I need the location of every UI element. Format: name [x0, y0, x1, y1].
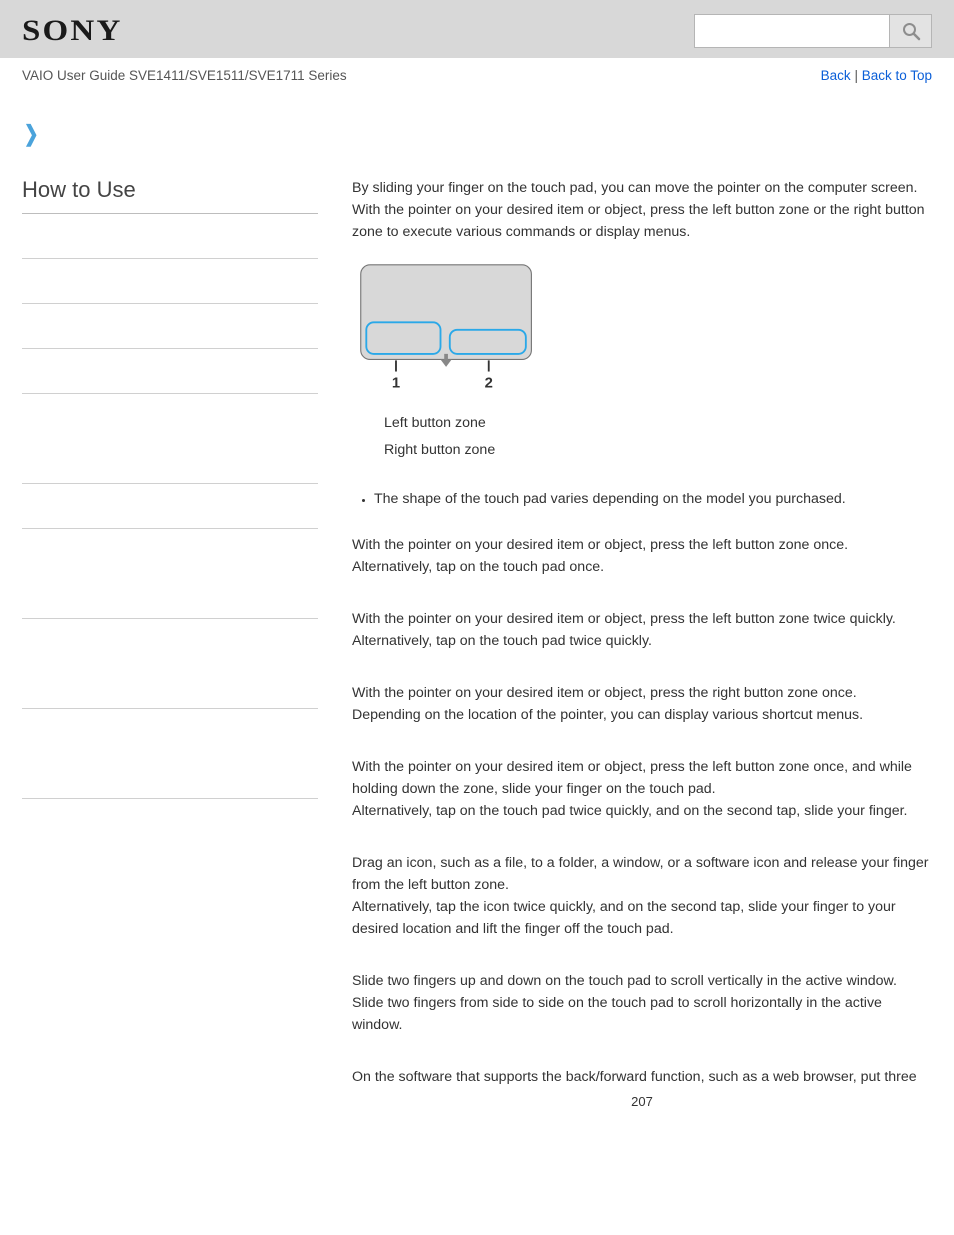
- notes-list: The shape of the touch pad varies depend…: [352, 488, 932, 510]
- main-content: By sliding your finger on the touch pad,…: [352, 177, 932, 1142]
- sidebar: How to Use: [22, 177, 318, 1142]
- breadcrumb: VAIO User Guide SVE1411/SVE1511/SVE1711 …: [22, 68, 347, 83]
- search-box: [694, 14, 932, 48]
- section-line: With the pointer on your desired item or…: [352, 756, 932, 800]
- section-click: With the pointer on your desired item or…: [352, 534, 932, 578]
- section-backforward: On the software that supports the back/f…: [352, 1066, 932, 1088]
- sidebar-gap: [22, 394, 318, 439]
- search-input[interactable]: [694, 14, 890, 48]
- touchpad-diagram: 1 2: [352, 263, 932, 398]
- sidebar-gap: [22, 709, 318, 754]
- chevron-row: ❯: [0, 91, 954, 147]
- sidebar-item[interactable]: [22, 214, 318, 259]
- section-line: With the pointer on your desired item or…: [352, 608, 932, 630]
- topbar-below: VAIO User Guide SVE1411/SVE1511/SVE1711 …: [0, 58, 954, 91]
- sidebar-item[interactable]: [22, 664, 318, 709]
- section-doubleclick: With the pointer on your desired item or…: [352, 608, 932, 652]
- sidebar-item[interactable]: [22, 259, 318, 304]
- section-line: Alternatively, tap on the touch pad twic…: [352, 800, 932, 822]
- section-dragdrop: Drag an icon, such as a file, to a folde…: [352, 852, 932, 940]
- back-to-top-link[interactable]: Back to Top: [862, 68, 932, 83]
- header-bar: SONY: [0, 0, 954, 58]
- section-line: Alternatively, tap on the touch pad once…: [352, 556, 932, 578]
- touchpad-svg: 1 2: [352, 263, 542, 391]
- sidebar-item[interactable]: [22, 439, 318, 484]
- section-rightclick: With the pointer on your desired item or…: [352, 682, 932, 726]
- sidebar-item[interactable]: [22, 484, 318, 529]
- section-line: Depending on the location of the pointer…: [352, 704, 932, 726]
- nav-sep: |: [851, 68, 862, 83]
- section-drag: With the pointer on your desired item or…: [352, 756, 932, 822]
- section-line: Slide two fingers up and down on the tou…: [352, 970, 932, 992]
- chevron-right-icon: ❯: [24, 121, 39, 147]
- sony-logo: SONY: [22, 14, 122, 48]
- sidebar-item[interactable]: [22, 574, 318, 619]
- page-number: 207: [352, 1088, 932, 1122]
- sidebar-item[interactable]: [22, 349, 318, 394]
- sidebar-item[interactable]: [22, 304, 318, 349]
- search-button[interactable]: [890, 14, 932, 48]
- sidebar-title: How to Use: [22, 177, 318, 214]
- section-line: With the pointer on your desired item or…: [352, 682, 932, 704]
- content-area: How to Use By sliding your finger on the…: [0, 147, 954, 1142]
- legend-item-2: Right button zone: [384, 437, 932, 464]
- back-link[interactable]: Back: [821, 68, 851, 83]
- section-line: Alternatively, tap on the touch pad twic…: [352, 630, 932, 652]
- sidebar-gap: [22, 529, 318, 574]
- section-line: Slide two fingers from side to side on t…: [352, 992, 932, 1036]
- section-scroll: Slide two fingers up and down on the tou…: [352, 970, 932, 1036]
- svg-text:2: 2: [485, 375, 493, 391]
- section-line: With the pointer on your desired item or…: [352, 534, 932, 556]
- intro-paragraph: By sliding your finger on the touch pad,…: [352, 177, 932, 243]
- sidebar-item[interactable]: [22, 754, 318, 799]
- section-line: On the software that supports the back/f…: [352, 1066, 932, 1088]
- section-line: Alternatively, tap the icon twice quickl…: [352, 896, 932, 940]
- nav-links: Back | Back to Top: [821, 68, 932, 83]
- section-line: Drag an icon, such as a file, to a folde…: [352, 852, 932, 896]
- sidebar-gap: [22, 619, 318, 664]
- svg-text:1: 1: [392, 375, 400, 391]
- note-item: The shape of the touch pad varies depend…: [374, 488, 932, 510]
- diagram-legend: Left button zone Right button zone: [384, 410, 932, 464]
- legend-item-1: Left button zone: [384, 410, 932, 437]
- search-icon: [901, 21, 921, 41]
